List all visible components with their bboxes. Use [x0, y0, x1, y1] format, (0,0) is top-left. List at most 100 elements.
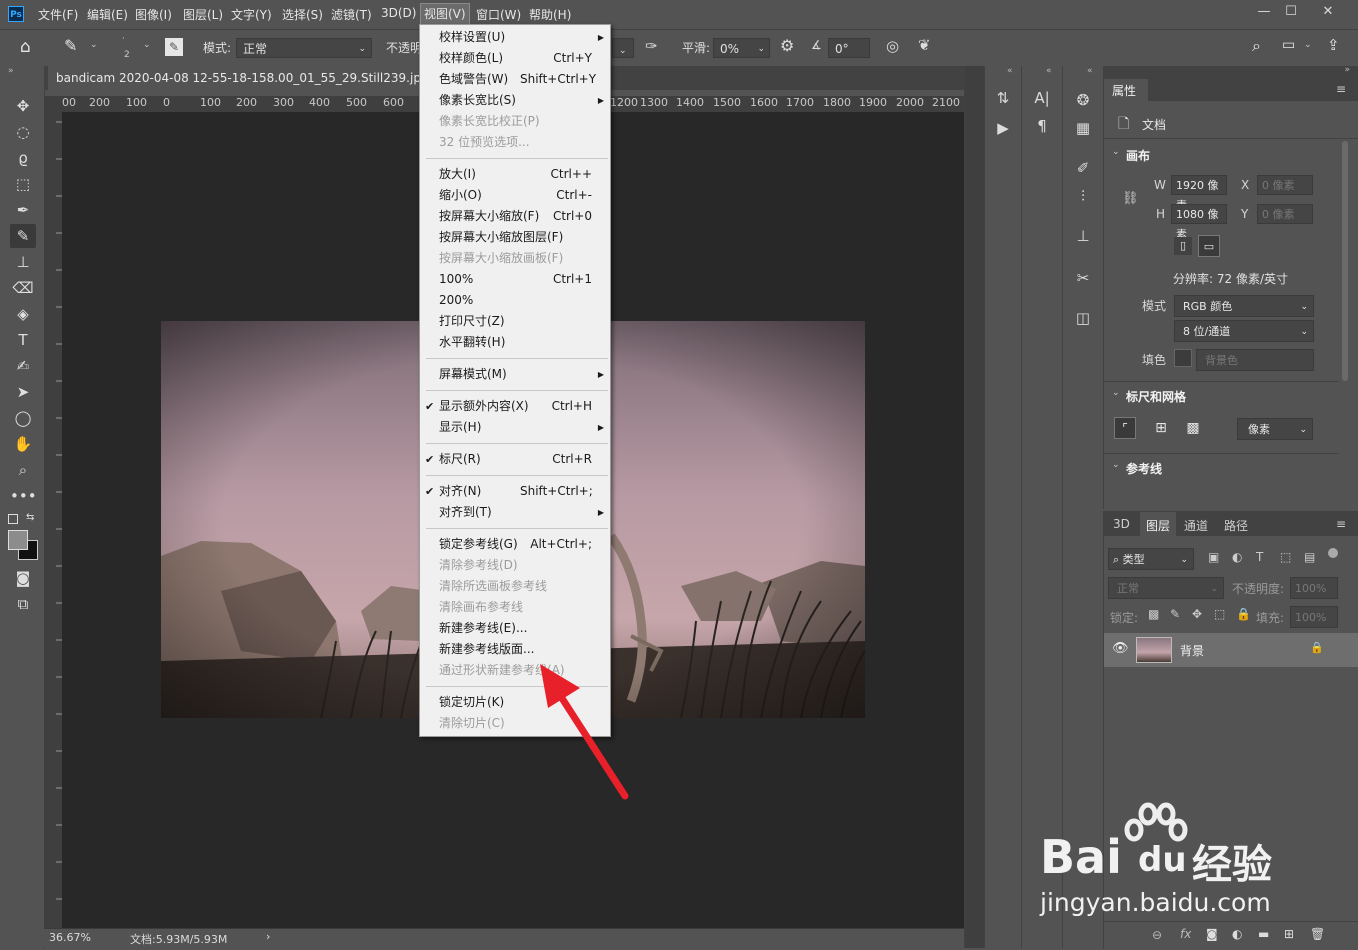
- bit-depth-select[interactable]: 8 位/通道 ⌄: [1174, 320, 1314, 342]
- chevron-right-icon[interactable]: ›: [266, 930, 270, 943]
- symmetry-icon[interactable]: ❦: [918, 36, 931, 54]
- adjustment-filter-icon[interactable]: ◐: [1232, 550, 1242, 564]
- width-input[interactable]: 1920 像素: [1171, 175, 1227, 212]
- paint-bucket-tool-icon[interactable]: ◈: [10, 302, 36, 326]
- history-icon[interactable]: ⇅: [991, 86, 1015, 110]
- angle-input[interactable]: 0°: [828, 38, 870, 58]
- menu-window[interactable]: 窗口(W): [476, 6, 521, 23]
- visibility-eye-icon[interactable]: 👁: [1112, 641, 1129, 656]
- fill-color-swatch[interactable]: [1174, 349, 1192, 367]
- fill-input[interactable]: 100%: [1290, 606, 1338, 628]
- search-icon[interactable]: ⌕: [1252, 36, 1261, 56]
- type-filter-icon[interactable]: T: [1256, 550, 1263, 564]
- collapse-icon[interactable]: «: [1087, 66, 1093, 76]
- properties-tab[interactable]: 属性: [1112, 82, 1136, 99]
- brushes-icon[interactable]: ✐: [1071, 156, 1095, 180]
- vertical-ruler[interactable]: [44, 112, 62, 928]
- lock-artboard-icon[interactable]: ⬚: [1214, 607, 1225, 621]
- brush-size[interactable]: 2: [124, 50, 130, 60]
- view-menu-item[interactable]: 对齐到(T) ▶: [420, 502, 610, 523]
- view-menu-item[interactable]: 色域警告(W) Shift+Ctrl+Y: [420, 69, 610, 90]
- color-palette-icon[interactable]: ❂: [1071, 88, 1095, 112]
- move-tool-icon[interactable]: ✥: [10, 94, 36, 118]
- menu-file[interactable]: 文件(F): [38, 6, 78, 23]
- view-menu-item[interactable]: 屏幕模式(M) ▶: [420, 364, 610, 385]
- view-menu-item[interactable]: 按屏幕大小缩放(F) Ctrl+0: [420, 206, 610, 227]
- menu-help[interactable]: 帮助(H): [529, 6, 571, 23]
- view-menu-item[interactable]: 锁定参考线(G) Alt+Ctrl+;: [420, 534, 610, 555]
- menu-select[interactable]: 选择(S): [282, 6, 323, 23]
- collapse-icon[interactable]: »: [1344, 65, 1350, 75]
- close-icon[interactable]: ✕: [1314, 2, 1342, 22]
- paragraph-icon[interactable]: ¶: [1030, 114, 1054, 138]
- chevron-down-icon[interactable]: ⌄: [90, 40, 98, 50]
- view-menu-item[interactable]: 按屏幕大小缩放图层(F): [420, 227, 610, 248]
- tab-3d[interactable]: 3D: [1113, 517, 1130, 531]
- menu-view[interactable]: 视图(V): [420, 3, 470, 25]
- tool-presets-icon[interactable]: ✂: [1071, 266, 1095, 290]
- library-icon[interactable]: ◫: [1071, 306, 1095, 330]
- view-menu-item[interactable]: ✔ 显示额外内容(X) Ctrl+H: [420, 396, 610, 417]
- menu-type[interactable]: 文字(Y): [231, 6, 272, 23]
- lock-position-icon[interactable]: ✥: [1192, 607, 1202, 621]
- brush-settings-icon[interactable]: ⫶: [1071, 184, 1095, 208]
- chevron-down-icon[interactable]: ⌄: [1112, 388, 1120, 398]
- maximize-icon[interactable]: ☐: [1277, 2, 1305, 22]
- lock-all-icon[interactable]: 🔒: [1236, 607, 1251, 621]
- canvas-section-title[interactable]: 画布: [1126, 147, 1150, 164]
- ellipse-tool-icon[interactable]: ◯: [10, 406, 36, 430]
- blend-mode-select[interactable]: 正常 ⌄: [1108, 577, 1224, 599]
- more-tools-icon[interactable]: •••: [10, 484, 37, 508]
- view-menu-item[interactable]: 显示(H) ▶: [420, 417, 610, 438]
- view-menu-item[interactable]: ✔ 对齐(N) Shift+Ctrl+;: [420, 481, 610, 502]
- view-menu-item[interactable]: 打印尺寸(Z): [420, 311, 610, 332]
- type-tool-icon[interactable]: T: [10, 328, 36, 352]
- opacity-dropdown[interactable]: ⌄: [612, 38, 634, 58]
- menu-3d[interactable]: 3D(D): [381, 6, 416, 20]
- collapse-icon[interactable]: «: [1046, 66, 1052, 76]
- menu-filter[interactable]: 滤镜(T): [331, 6, 372, 23]
- layer-kind-filter[interactable]: ⌕ 类型 ⌄: [1108, 548, 1194, 570]
- brush-panel-icon[interactable]: ✎: [165, 38, 183, 56]
- height-input[interactable]: 1080 像素: [1171, 204, 1227, 241]
- grid-toggle-icon[interactable]: ⊞: [1150, 417, 1172, 439]
- view-menu-item[interactable]: ✔ 标尺(R) Ctrl+R: [420, 449, 610, 470]
- portrait-icon[interactable]: ▯: [1174, 237, 1192, 255]
- smoothing-input[interactable]: 0% ⌄: [713, 38, 770, 58]
- chevron-down-icon[interactable]: ⌄: [1112, 460, 1120, 470]
- pen-tool-icon[interactable]: ✍: [10, 354, 36, 378]
- opacity-input[interactable]: 100%: [1290, 577, 1338, 599]
- x-input[interactable]: 0 像素: [1257, 175, 1313, 195]
- filter-toggle-icon[interactable]: [1328, 548, 1338, 558]
- eyedropper-tool-icon[interactable]: ✒: [10, 198, 36, 222]
- pixel-grid-icon[interactable]: ▩: [1182, 417, 1204, 439]
- foreground-color-swatch[interactable]: [8, 530, 28, 550]
- stamp-tool-icon[interactable]: ⊥: [10, 250, 36, 274]
- grid-icon[interactable]: ▦: [1071, 116, 1095, 140]
- clone-source-icon[interactable]: ⊥: [1071, 224, 1095, 248]
- color-mode-select[interactable]: RGB 颜色 ⌄: [1174, 295, 1314, 317]
- view-menu-item[interactable]: 校样颜色(L) Ctrl+Y: [420, 48, 610, 69]
- path-select-tool-icon[interactable]: ➤: [10, 380, 36, 404]
- units-select[interactable]: 像素 ⌄: [1237, 418, 1313, 440]
- character-icon[interactable]: A|: [1030, 86, 1054, 110]
- guides-section-title[interactable]: 参考线: [1126, 460, 1162, 477]
- fill-select[interactable]: 背景色: [1196, 349, 1314, 371]
- chevron-down-icon[interactable]: ⌄: [1304, 40, 1312, 50]
- play-icon[interactable]: ▶: [991, 116, 1015, 140]
- properties-scrollbar[interactable]: [1342, 141, 1348, 381]
- collapse-icon[interactable]: «: [1007, 66, 1013, 76]
- collapse-icon[interactable]: »: [8, 66, 14, 76]
- panel-menu-icon[interactable]: ≡: [1336, 82, 1346, 96]
- chevron-down-icon[interactable]: ⌄: [143, 40, 151, 50]
- link-icon[interactable]: ⛓: [1122, 191, 1139, 206]
- smart-object-filter-icon[interactable]: ▤: [1304, 550, 1315, 564]
- zoom-tool-icon[interactable]: ⌕: [10, 458, 36, 482]
- lock-transparent-icon[interactable]: ▩: [1148, 607, 1159, 621]
- tab-paths[interactable]: 路径: [1224, 517, 1248, 534]
- lock-image-icon[interactable]: ✎: [1170, 607, 1180, 621]
- gear-icon[interactable]: ⚙: [780, 36, 794, 55]
- tab-channels[interactable]: 通道: [1184, 517, 1208, 534]
- brush-tool-icon[interactable]: ✎: [10, 224, 36, 248]
- eraser-tool-icon[interactable]: ⌫: [10, 276, 36, 300]
